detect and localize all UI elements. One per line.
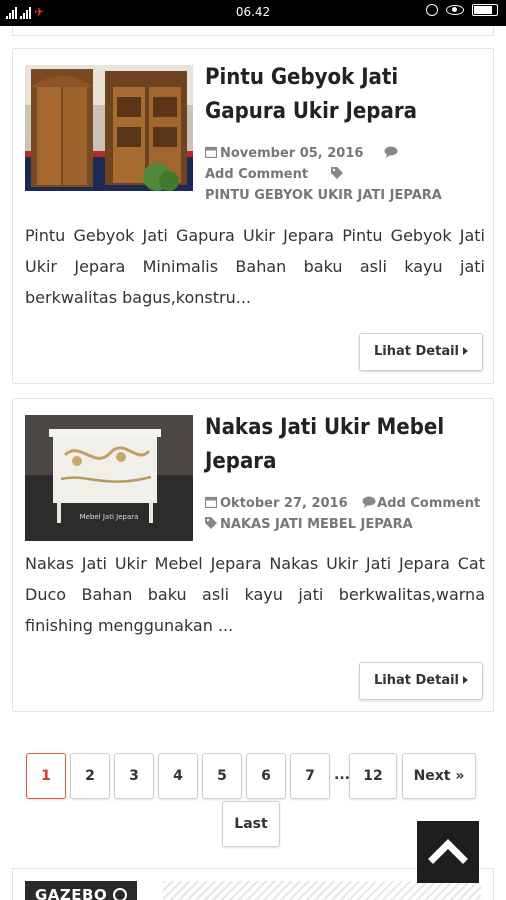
chevron-up-icon [428,839,468,864]
page-link-6[interactable]: 6 [246,753,286,799]
back-to-top-button[interactable] [417,821,479,883]
post-meta: November 05, 2016 Add Comment PINTU GEBY… [204,143,487,206]
calendar-icon [204,144,218,159]
carved-door-image [25,65,193,191]
eye-icon [446,5,464,15]
post-title[interactable]: Nakas Jati Ukir Mebel Jepara [205,411,475,479]
alarm-icon [426,4,438,16]
status-bar: ✈ 06.42 [0,0,506,26]
post-category-link[interactable]: PINTU GEBYOK UKIR JATI JEPARA [205,188,442,203]
carved-nightstand-image: Mebel Jati Jepara [25,415,193,541]
page-link-7[interactable]: 7 [290,753,330,799]
caret-right-icon [463,676,468,684]
post-card: Mebel Jati Jepara Nakas Jati Ukir Mebel … [12,398,494,712]
read-more-label: Lihat Detail [373,344,459,359]
post-title[interactable]: Pintu Gebyok Jati Gapura Ukir Jepara [205,61,475,129]
battery-icon [472,4,498,16]
post-thumbnail[interactable] [25,65,193,191]
tag-icon [205,515,217,529]
comment-icon [384,144,398,158]
page-link-5[interactable]: 5 [202,753,242,799]
last-page-button[interactable]: Last [222,801,280,847]
page-link-4[interactable]: 4 [158,753,198,799]
post-thumbnail[interactable]: Mebel Jati Jepara [25,415,193,541]
add-comment-link[interactable]: Add Comment [377,496,480,511]
status-right-icons [426,4,498,16]
post-excerpt: Pintu Gebyok Jati Gapura Ukir Jepara Pin… [25,226,485,307]
widget-title-label: GAZEBO [35,886,108,900]
pagination-ellipsis: ... [334,767,350,783]
caret-right-icon [463,347,468,355]
page-link-12[interactable]: 12 [349,753,397,799]
add-comment-link[interactable]: Add Comment [205,167,308,182]
next-page-button[interactable]: Next » [402,753,476,799]
widget-title[interactable]: GAZEBO [25,881,138,900]
post-date: November 05, 2016 [220,146,364,161]
read-more-button[interactable]: Lihat Detail [359,662,483,700]
read-more-label: Lihat Detail [373,673,459,688]
post-category-link[interactable]: NAKAS JATI MEBEL JEPARA [220,517,413,532]
tag-icon [330,165,343,179]
page-link-3[interactable]: 3 [114,753,154,799]
previous-card-edge [12,26,494,36]
calendar-icon [204,494,218,509]
page-link-1[interactable]: 1 [26,753,66,799]
comment-icon [362,494,376,508]
read-more-button[interactable]: Lihat Detail [359,333,483,371]
post-excerpt: Nakas Jati Ukir Mebel Jepara Nakas Ukir … [25,554,485,635]
post-card: Pintu Gebyok Jati Gapura Ukir Jepara Nov… [12,48,494,384]
widget-header-stripes [163,881,481,900]
page-link-2[interactable]: 2 [70,753,110,799]
image-watermark: Mebel Jati Jepara [80,513,139,521]
circle-arrow-icon [113,888,128,900]
post-date: Oktober 27, 2016 [220,496,348,511]
post-meta: Oktober 27, 2016 Add Comment NAKAS JATI … [204,493,487,535]
